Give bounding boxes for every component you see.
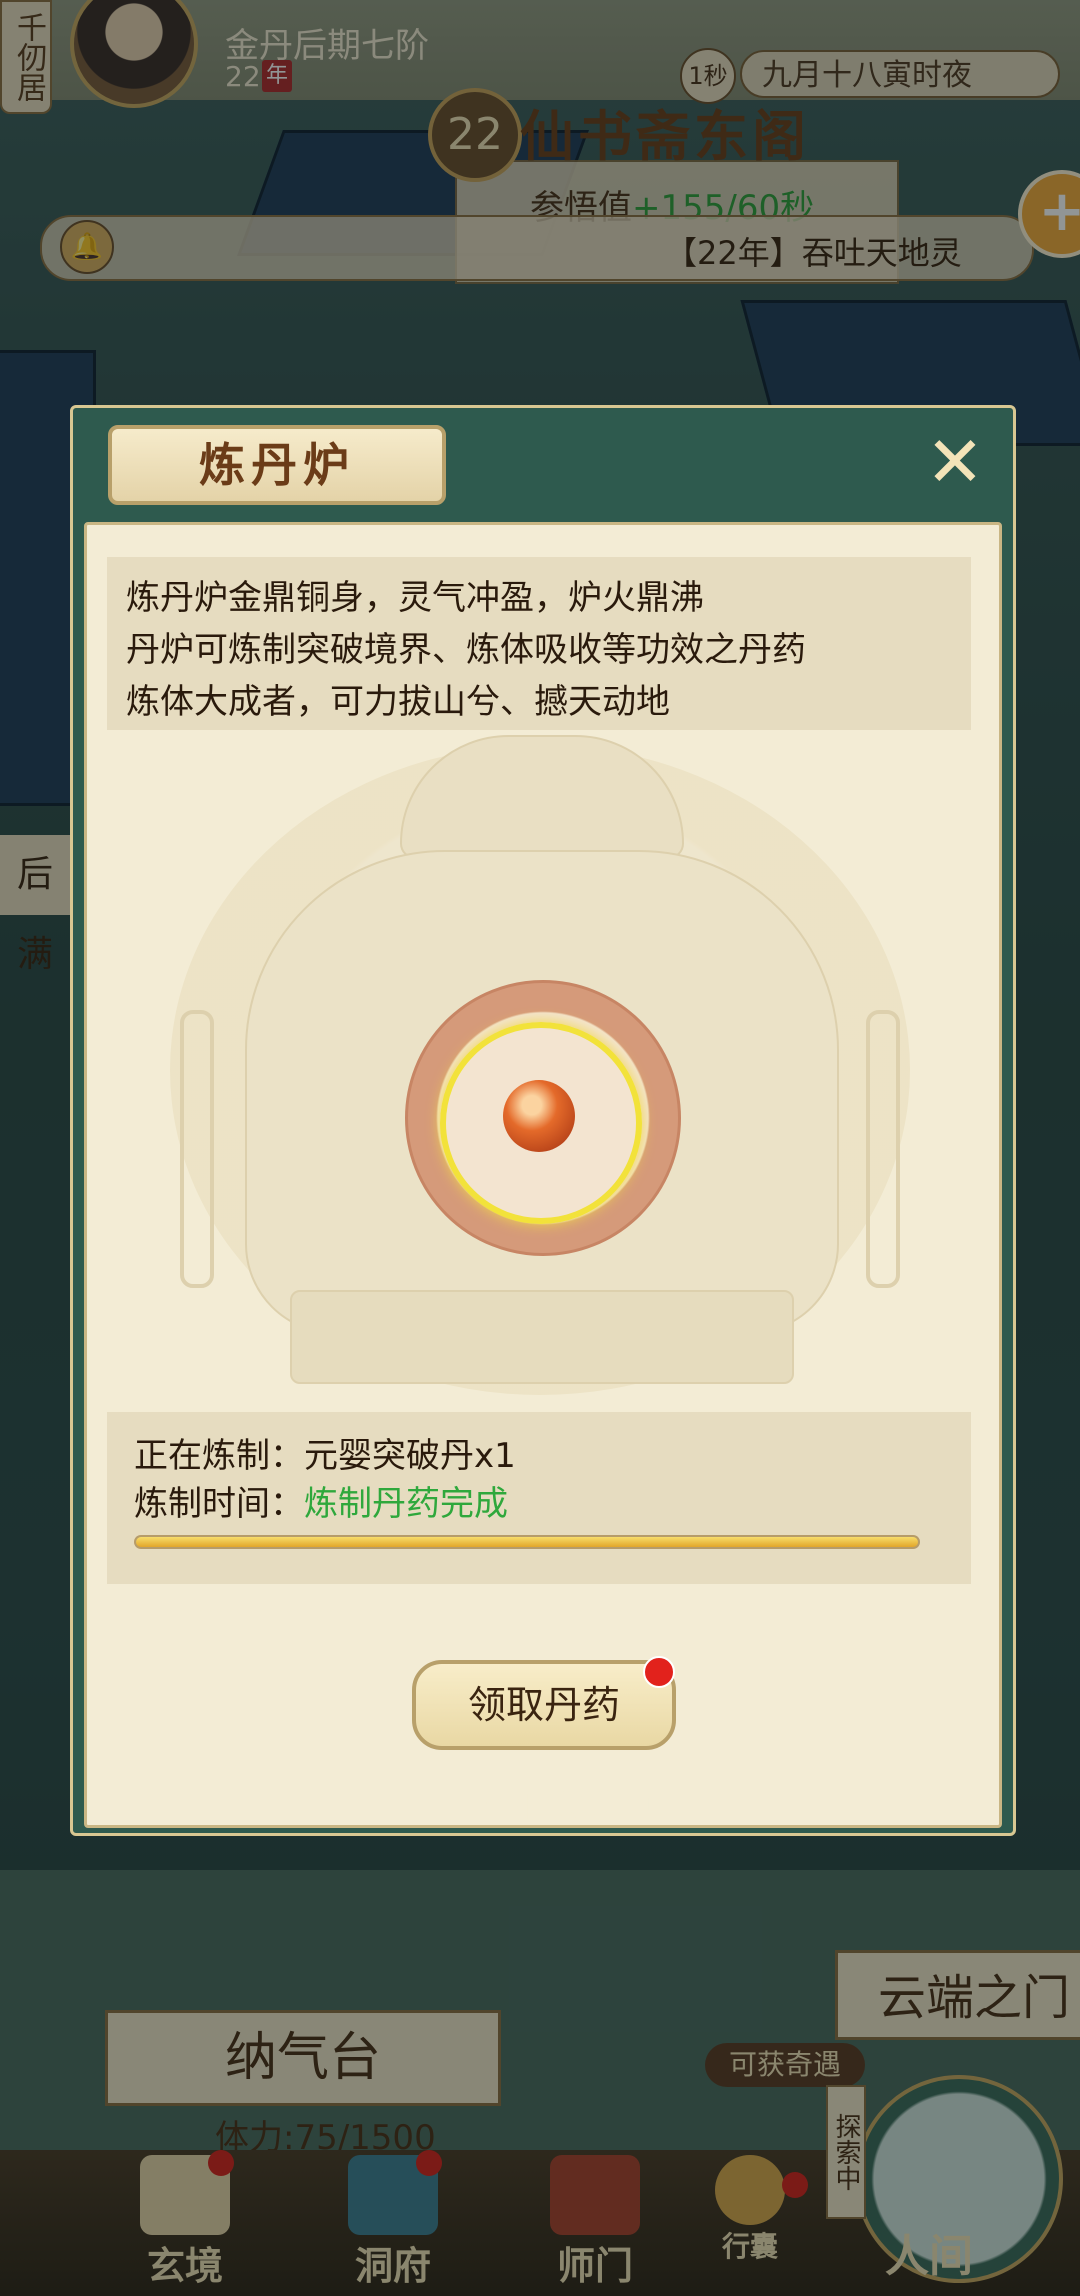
refining-item-line: 正在炼制：元婴突破丹x1 <box>134 1428 516 1477</box>
dialog-title: 炼丹炉 <box>108 425 446 505</box>
notification-dot <box>643 1656 675 1688</box>
refining-item: 元婴突破丹x1 <box>304 1436 516 1476</box>
furnace-chain <box>180 1010 214 1288</box>
refining-progress-fill <box>136 1537 918 1547</box>
refining-label: 正在炼制： <box>134 1436 304 1476</box>
description-line: 炼丹炉金鼎铜身，灵气冲盈，炉火鼎沸 <box>126 578 704 618</box>
description-line: 炼体大成者，可力拔山兮、撼天动地 <box>126 682 670 722</box>
time-label: 炼制时间： <box>134 1484 304 1524</box>
close-icon[interactable]: ✕ <box>920 427 990 498</box>
claim-pill-button[interactable]: 领取丹药 <box>412 1660 676 1750</box>
furnace-chain <box>866 1010 900 1288</box>
return-hint: 点击空白处返回 <box>421 1786 659 1826</box>
furnace-base <box>290 1290 794 1384</box>
time-status: 炼制丹药完成 <box>304 1484 508 1524</box>
refining-time-line: 炼制时间：炼制丹药完成 <box>134 1476 508 1525</box>
pill-icon <box>503 1080 575 1152</box>
description-line: 丹炉可炼制突破境界、炼体吸收等功效之丹药 <box>126 630 806 670</box>
